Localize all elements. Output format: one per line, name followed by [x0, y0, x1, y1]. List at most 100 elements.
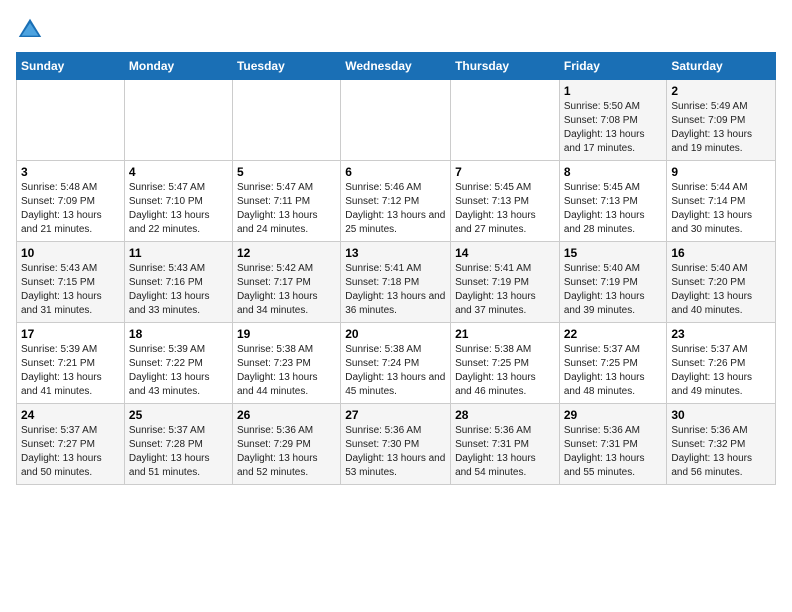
day-number: 22	[564, 327, 663, 341]
day-number: 21	[455, 327, 555, 341]
calendar-week-row: 10 Sunrise: 5:43 AMSunset: 7:15 PMDayligh…	[17, 242, 776, 323]
calendar-week-row: 3 Sunrise: 5:48 AMSunset: 7:09 PMDaylight…	[17, 161, 776, 242]
day-info: Sunrise: 5:48 AMSunset: 7:09 PMDaylight:…	[21, 181, 120, 237]
day-number: 28	[455, 408, 555, 422]
day-info: Sunrise: 5:39 AMSunset: 7:22 PMDaylight:…	[129, 343, 228, 399]
calendar-cell: 15 Sunrise: 5:40 AMSunset: 7:19 PMDayligh…	[559, 242, 667, 323]
day-info: Sunrise: 5:36 AMSunset: 7:29 PMDaylight:…	[237, 424, 336, 480]
day-number: 19	[237, 327, 336, 341]
day-number: 2	[671, 84, 771, 98]
day-number: 13	[345, 246, 446, 260]
calendar-cell: 24 Sunrise: 5:37 AMSunset: 7:27 PMDayligh…	[17, 404, 125, 485]
day-number: 20	[345, 327, 446, 341]
weekday-header: Friday	[559, 53, 667, 80]
calendar-cell: 13Sunrise: 5:41 AMSunset: 7:18 PMDayligh…	[341, 242, 451, 323]
day-number: 24	[21, 408, 120, 422]
day-number: 5	[237, 165, 336, 179]
calendar-week-row: 17 Sunrise: 5:39 AMSunset: 7:21 PMDayligh…	[17, 323, 776, 404]
calendar-cell: 19 Sunrise: 5:38 AMSunset: 7:23 PMDayligh…	[232, 323, 340, 404]
calendar-cell: 8 Sunrise: 5:45 AMSunset: 7:13 PMDaylight…	[559, 161, 667, 242]
calendar-cell	[232, 80, 340, 161]
calendar-cell: 28Sunrise: 5:36 AMSunset: 7:31 PMDayligh…	[451, 404, 560, 485]
day-info: Sunrise: 5:50 AMSunset: 7:08 PMDaylight:…	[564, 100, 663, 156]
calendar-cell: 2 Sunrise: 5:49 AMSunset: 7:09 PMDaylight…	[667, 80, 776, 161]
calendar-cell: 25 Sunrise: 5:37 AMSunset: 7:28 PMDayligh…	[124, 404, 232, 485]
day-info: Sunrise: 5:36 AMSunset: 7:30 PMDaylight:…	[345, 424, 446, 480]
day-info: Sunrise: 5:40 AMSunset: 7:19 PMDaylight:…	[564, 262, 663, 318]
day-number: 12	[237, 246, 336, 260]
day-info: Sunrise: 5:37 AMSunset: 7:26 PMDaylight:…	[671, 343, 771, 399]
day-number: 1	[564, 84, 663, 98]
weekday-header: Saturday	[667, 53, 776, 80]
day-number: 6	[345, 165, 446, 179]
calendar-cell: 29 Sunrise: 5:36 AMSunset: 7:31 PMDayligh…	[559, 404, 667, 485]
day-info: Sunrise: 5:44 AMSunset: 7:14 PMDaylight:…	[671, 181, 771, 237]
calendar-cell: 5Sunrise: 5:47 AMSunset: 7:11 PMDaylight…	[232, 161, 340, 242]
calendar-cell: 6 Sunrise: 5:46 AMSunset: 7:12 PMDaylight…	[341, 161, 451, 242]
day-number: 8	[564, 165, 663, 179]
day-info: Sunrise: 5:43 AMSunset: 7:16 PMDaylight:…	[129, 262, 228, 318]
day-number: 11	[129, 246, 228, 260]
day-number: 17	[21, 327, 120, 341]
day-number: 30	[671, 408, 771, 422]
calendar-cell: 3 Sunrise: 5:48 AMSunset: 7:09 PMDaylight…	[17, 161, 125, 242]
day-number: 26	[237, 408, 336, 422]
day-number: 15	[564, 246, 663, 260]
calendar-cell: 9Sunrise: 5:44 AMSunset: 7:14 PMDaylight…	[667, 161, 776, 242]
calendar-cell	[341, 80, 451, 161]
day-info: Sunrise: 5:37 AMSunset: 7:25 PMDaylight:…	[564, 343, 663, 399]
day-number: 14	[455, 246, 555, 260]
calendar-cell: 14 Sunrise: 5:41 AMSunset: 7:19 PMDayligh…	[451, 242, 560, 323]
calendar-cell: 21 Sunrise: 5:38 AMSunset: 7:25 PMDayligh…	[451, 323, 560, 404]
day-number: 4	[129, 165, 228, 179]
day-number: 23	[671, 327, 771, 341]
day-info: Sunrise: 5:41 AMSunset: 7:19 PMDaylight:…	[455, 262, 555, 318]
day-info: Sunrise: 5:37 AMSunset: 7:28 PMDaylight:…	[129, 424, 228, 480]
page-header	[16, 16, 776, 44]
calendar-cell: 4Sunrise: 5:47 AMSunset: 7:10 PMDaylight…	[124, 161, 232, 242]
day-info: Sunrise: 5:42 AMSunset: 7:17 PMDaylight:…	[237, 262, 336, 318]
day-info: Sunrise: 5:39 AMSunset: 7:21 PMDaylight:…	[21, 343, 120, 399]
day-number: 27	[345, 408, 446, 422]
day-number: 29	[564, 408, 663, 422]
calendar-week-row: 1 Sunrise: 5:50 AMSunset: 7:08 PMDaylight…	[17, 80, 776, 161]
weekday-header: Tuesday	[232, 53, 340, 80]
calendar-cell: 18 Sunrise: 5:39 AMSunset: 7:22 PMDayligh…	[124, 323, 232, 404]
day-info: Sunrise: 5:45 AMSunset: 7:13 PMDaylight:…	[564, 181, 663, 237]
day-info: Sunrise: 5:36 AMSunset: 7:32 PMDaylight:…	[671, 424, 771, 480]
day-number: 10	[21, 246, 120, 260]
calendar-cell	[124, 80, 232, 161]
day-info: Sunrise: 5:49 AMSunset: 7:09 PMDaylight:…	[671, 100, 771, 156]
calendar-cell: 17 Sunrise: 5:39 AMSunset: 7:21 PMDayligh…	[17, 323, 125, 404]
day-number: 18	[129, 327, 228, 341]
day-number: 16	[671, 246, 771, 260]
weekday-header: Monday	[124, 53, 232, 80]
calendar-cell: 30 Sunrise: 5:36 AMSunset: 7:32 PMDayligh…	[667, 404, 776, 485]
weekday-header-row: SundayMondayTuesdayWednesdayThursdayFrid…	[17, 53, 776, 80]
day-info: Sunrise: 5:43 AMSunset: 7:15 PMDaylight:…	[21, 262, 120, 318]
calendar-week-row: 24 Sunrise: 5:37 AMSunset: 7:27 PMDayligh…	[17, 404, 776, 485]
day-info: Sunrise: 5:38 AMSunset: 7:25 PMDaylight:…	[455, 343, 555, 399]
calendar-cell: 27 Sunrise: 5:36 AMSunset: 7:30 PMDayligh…	[341, 404, 451, 485]
calendar-table: SundayMondayTuesdayWednesdayThursdayFrid…	[16, 52, 776, 485]
day-info: Sunrise: 5:38 AMSunset: 7:24 PMDaylight:…	[345, 343, 446, 399]
weekday-header: Wednesday	[341, 53, 451, 80]
weekday-header: Thursday	[451, 53, 560, 80]
calendar-cell: 7 Sunrise: 5:45 AMSunset: 7:13 PMDaylight…	[451, 161, 560, 242]
calendar-cell: 1 Sunrise: 5:50 AMSunset: 7:08 PMDaylight…	[559, 80, 667, 161]
day-info: Sunrise: 5:38 AMSunset: 7:23 PMDaylight:…	[237, 343, 336, 399]
calendar-cell: 23 Sunrise: 5:37 AMSunset: 7:26 PMDayligh…	[667, 323, 776, 404]
calendar-cell: 16 Sunrise: 5:40 AMSunset: 7:20 PMDayligh…	[667, 242, 776, 323]
calendar-cell	[451, 80, 560, 161]
day-info: Sunrise: 5:46 AMSunset: 7:12 PMDaylight:…	[345, 181, 446, 237]
day-info: Sunrise: 5:40 AMSunset: 7:20 PMDaylight:…	[671, 262, 771, 318]
day-number: 3	[21, 165, 120, 179]
day-info: Sunrise: 5:36 AMSunset: 7:31 PMDaylight:…	[564, 424, 663, 480]
day-info: Sunrise: 5:37 AMSunset: 7:27 PMDaylight:…	[21, 424, 120, 480]
day-number: 25	[129, 408, 228, 422]
calendar-cell: 12 Sunrise: 5:42 AMSunset: 7:17 PMDayligh…	[232, 242, 340, 323]
calendar-cell: 20 Sunrise: 5:38 AMSunset: 7:24 PMDayligh…	[341, 323, 451, 404]
calendar-cell: 22 Sunrise: 5:37 AMSunset: 7:25 PMDayligh…	[559, 323, 667, 404]
day-number: 7	[455, 165, 555, 179]
day-info: Sunrise: 5:45 AMSunset: 7:13 PMDaylight:…	[455, 181, 555, 237]
